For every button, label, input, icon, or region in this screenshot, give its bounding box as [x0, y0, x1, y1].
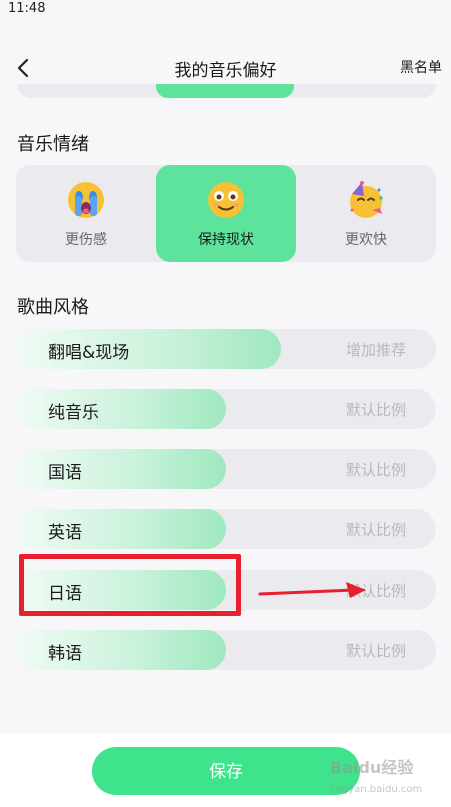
annotation-arrow-icon [258, 582, 366, 598]
music-preference-screen: 11:48 我的音乐偏好 黑名单 音乐情绪 更伤感 保持现状 更欢快 歌曲风格 … [0, 0, 451, 807]
style-slider-english[interactable]: 英语 默认比例 [16, 509, 436, 549]
style-slider-cover-live[interactable]: 翻唱&现场 增加推荐 [16, 329, 436, 369]
mood-option-keep[interactable]: 保持现状 [156, 165, 296, 262]
mood-option-happier[interactable]: 更欢快 [296, 165, 436, 262]
mood-label: 更欢快 [345, 232, 387, 248]
style-label: 英语 [48, 523, 82, 543]
style-label: 国语 [48, 463, 82, 483]
style-value: 默认比例 [345, 642, 406, 660]
style-value: 默认比例 [345, 401, 406, 419]
style-value: 增加推荐 [345, 341, 406, 359]
blacklist-button[interactable]: 黑名单 [400, 57, 442, 77]
style-value: 默认比例 [345, 461, 406, 479]
nav-bar: 我的音乐偏好 黑名单 [0, 48, 451, 88]
style-slider-korean[interactable]: 韩语 默认比例 [16, 630, 436, 670]
status-bar: 11:48 [0, 0, 451, 20]
previous-section-selected [156, 84, 294, 98]
status-time: 11:48 [8, 1, 46, 16]
style-label: 纯音乐 [48, 403, 99, 423]
watermark-subtext: jingyan.baidu.com [330, 784, 423, 795]
previous-section-card [17, 84, 436, 98]
style-section-title: 歌曲风格 [17, 297, 89, 318]
save-button[interactable]: 保存 [92, 747, 360, 795]
mood-label: 更伤感 [65, 232, 107, 248]
style-label: 翻唱&现场 [48, 343, 130, 363]
style-slider-instrumental[interactable]: 纯音乐 默认比例 [16, 389, 436, 429]
smiling-face-icon [208, 182, 244, 218]
style-value: 默认比例 [345, 521, 406, 539]
style-slider-mandarin[interactable]: 国语 默认比例 [16, 449, 436, 489]
page-title: 我的音乐偏好 [174, 61, 277, 81]
watermark: Baidu经验 jingyan.baidu.com [330, 757, 448, 803]
mood-option-sadder[interactable]: 更伤感 [16, 165, 156, 262]
mood-label: 保持现状 [198, 232, 254, 248]
crying-face-icon [68, 182, 104, 218]
style-label: 韩语 [48, 644, 82, 664]
annotation-highlight-box [19, 554, 241, 616]
mood-selector: 更伤感 保持现状 更欢快 [16, 165, 436, 262]
party-face-icon [350, 181, 383, 218]
watermark-text: Baidu经验 [330, 758, 414, 777]
mood-section-title: 音乐情绪 [17, 134, 89, 155]
